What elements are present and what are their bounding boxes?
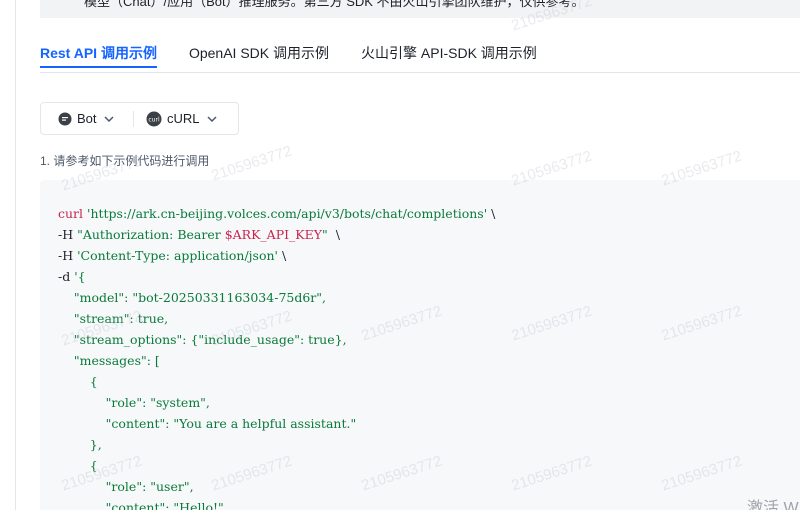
- code-flag: -d: [58, 269, 71, 284]
- code-auth-b: ": [322, 227, 328, 242]
- code-flag: -H: [58, 227, 74, 242]
- code-line: {: [58, 374, 98, 389]
- code-content: curl 'https://ark.cn-beijing.volces.com/…: [58, 203, 495, 510]
- chat-bubble-icon: [58, 112, 72, 126]
- left-border: [15, 0, 16, 510]
- tab-openai-sdk[interactable]: OpenAI SDK 调用示例: [189, 40, 329, 68]
- type-select[interactable]: Bot: [41, 103, 133, 134]
- language-select[interactable]: curl cURL: [134, 103, 217, 134]
- code-auth-var: $ARK_API_KEY: [224, 227, 323, 242]
- code-line: "model": "bot-20250331163034-75d6r",: [58, 290, 326, 305]
- code-auth-a: "Authorization: Bearer: [77, 227, 225, 242]
- code-line: "messages": [: [58, 353, 160, 368]
- curl-logo-icon: curl: [146, 111, 162, 127]
- activate-windows-text: 激活 W: [747, 500, 799, 510]
- code-block[interactable]: curl 'https://ark.cn-beijing.volces.com/…: [40, 180, 800, 510]
- code-line: "content": "You are a helpful assistant.…: [58, 416, 357, 431]
- tabs-divider: [40, 72, 800, 73]
- chevron-down-icon: [206, 115, 217, 122]
- notice-text: 模型（Chat）/应用（Bot）推理服务。第三方 SDK 不由火山引擎团队维护，…: [84, 0, 585, 9]
- tab-volcengine-sdk[interactable]: 火山引擎 API-SDK 调用示例: [361, 40, 537, 68]
- code-line: },: [58, 437, 102, 452]
- code-cmd: curl: [58, 206, 84, 221]
- svg-text:curl: curl: [148, 116, 160, 123]
- code-url: 'https://ark.cn-beijing.volces.com/api/v…: [87, 206, 488, 221]
- code-line: {: [58, 458, 98, 473]
- code-body-open: '{: [74, 269, 86, 284]
- code-flag: -H: [58, 248, 74, 263]
- code-line: "role": "system",: [58, 395, 210, 410]
- selector-group: Bot curl cURL: [40, 102, 239, 135]
- watermark: 2105963772: [209, 142, 295, 185]
- code-line: "content": "Hello!": [58, 500, 224, 510]
- type-select-value: Bot: [77, 111, 97, 126]
- notice-banner: 模型（Chat）/应用（Bot）推理服务。第三方 SDK 不由火山引擎团队维护，…: [40, 0, 800, 18]
- code-line: "stream": true,: [58, 311, 169, 326]
- code-line: "stream_options": {"include_usage": true…: [58, 332, 347, 347]
- language-select-value: cURL: [167, 111, 200, 126]
- example-tabs: Rest API 调用示例 OpenAI SDK 调用示例 火山引擎 API-S…: [40, 40, 569, 70]
- chevron-down-icon: [103, 115, 114, 122]
- code-content-type: 'Content-Type: application/json': [77, 248, 278, 263]
- usage-hint: 1. 请参考如下示例代码进行调用: [40, 154, 210, 168]
- code-line: "role": "user",: [58, 479, 194, 494]
- tab-rest-api[interactable]: Rest API 调用示例: [40, 40, 157, 68]
